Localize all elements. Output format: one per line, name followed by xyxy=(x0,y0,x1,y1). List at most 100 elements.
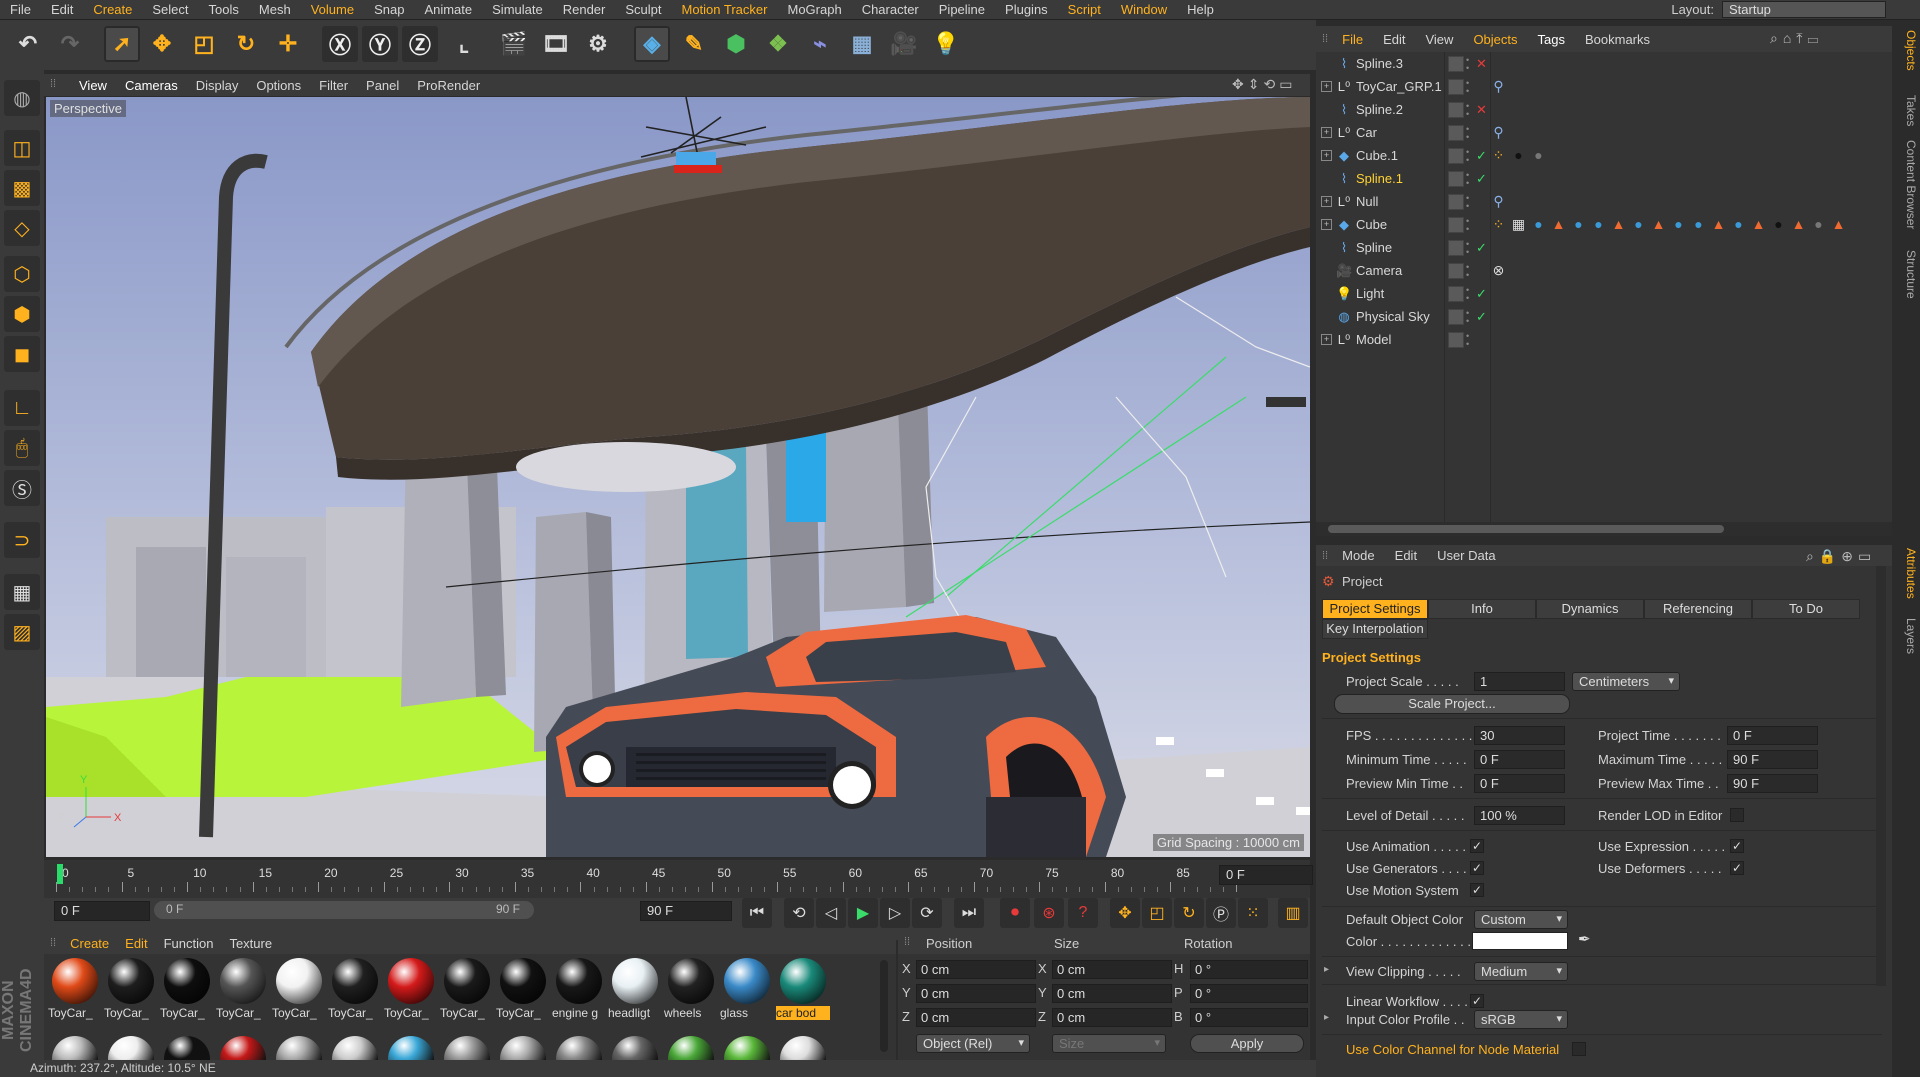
orange-tri-tag-icon[interactable]: ▲ xyxy=(1750,216,1767,233)
snap-icon[interactable]: ⊃ xyxy=(4,522,40,558)
viewport-menu-prorender[interactable]: ProRender xyxy=(408,78,489,93)
expand-toggle-icon[interactable]: + xyxy=(1321,127,1332,138)
object-row[interactable]: + L⁰ Null • • ⚲ xyxy=(1316,190,1892,213)
objects-menu-objects[interactable]: Objects xyxy=(1463,32,1527,47)
polygons-mode-icon[interactable]: ◼ xyxy=(4,336,40,372)
render-dots-icon[interactable]: • • xyxy=(1466,78,1469,95)
object-row[interactable]: ⌇ Spline.2 • • ✕ xyxy=(1316,98,1892,121)
layout-dropdown[interactable]: Startup xyxy=(1722,1,1886,18)
subdivision-icon[interactable]: ⬢ xyxy=(718,26,754,62)
menu-volume[interactable]: Volume xyxy=(301,2,364,17)
phong-tag-icon[interactable]: ⁘ xyxy=(1490,147,1507,164)
phong-tag-icon[interactable]: ⁘ xyxy=(1490,216,1507,233)
visibility-toggle[interactable] xyxy=(1448,147,1464,164)
keyframe-selection-icon[interactable]: ? xyxy=(1068,898,1098,928)
floor-icon[interactable]: ▦ xyxy=(844,26,880,62)
objects-menu-view[interactable]: View xyxy=(1415,32,1463,47)
material-swatch[interactable] xyxy=(612,1036,658,1060)
material-swatch[interactable] xyxy=(444,1036,490,1060)
rotation-field[interactable]: 0 ° xyxy=(1190,1008,1308,1027)
menu-motion-tracker[interactable]: Motion Tracker xyxy=(672,2,778,17)
visibility-toggle[interactable] xyxy=(1448,239,1464,256)
material-swatch[interactable] xyxy=(388,1036,434,1060)
size-field[interactable]: 0 cm xyxy=(1052,960,1172,979)
render-dots-icon[interactable]: • • xyxy=(1466,55,1469,72)
use-animation-checkbox[interactable]: ✓ xyxy=(1470,839,1484,853)
expand-toggle-icon[interactable]: + xyxy=(1321,219,1332,230)
objects-menu-edit[interactable]: Edit xyxy=(1373,32,1415,47)
use-motion-checkbox[interactable]: ✓ xyxy=(1470,883,1484,897)
size-mode-dropdown[interactable]: Size xyxy=(1052,1034,1166,1053)
objects-menu-bookmarks[interactable]: Bookmarks xyxy=(1575,32,1660,47)
material-menu-edit[interactable]: Edit xyxy=(117,936,155,951)
objects-menu-tags[interactable]: Tags xyxy=(1528,32,1575,47)
expand-toggle-icon[interactable]: + xyxy=(1321,334,1332,345)
object-name[interactable]: Model xyxy=(1356,332,1391,347)
render-dots-icon[interactable]: • • xyxy=(1466,239,1469,256)
visibility-toggle[interactable] xyxy=(1448,308,1464,325)
deformer-icon[interactable]: ⌁ xyxy=(802,26,838,62)
object-row[interactable]: + L⁰ ToyCar_GRP.1 • • ⚲ xyxy=(1316,75,1892,98)
enabled-check-icon[interactable]: ✓ xyxy=(1476,171,1487,187)
enabled-check-icon[interactable]: ✓ xyxy=(1476,148,1487,164)
orange-tri-tag-icon[interactable]: ▲ xyxy=(1790,216,1807,233)
solo-mode-icon[interactable]: Ⓢ xyxy=(4,470,40,506)
visibility-toggle[interactable] xyxy=(1448,331,1464,348)
blue-tag-icon[interactable]: ● xyxy=(1590,216,1607,233)
blue-tag-icon[interactable]: ● xyxy=(1690,216,1707,233)
visibility-toggle[interactable] xyxy=(1448,216,1464,233)
menu-animate[interactable]: Animate xyxy=(414,2,482,17)
object-name[interactable]: Null xyxy=(1356,194,1378,209)
material-swatch[interactable] xyxy=(164,1036,210,1060)
side-tab-layers[interactable]: Layers xyxy=(1896,618,1918,654)
use-generators-checkbox[interactable]: ✓ xyxy=(1470,861,1484,875)
node-material-checkbox[interactable] xyxy=(1572,1042,1586,1056)
menu-edit[interactable]: Edit xyxy=(41,2,83,17)
attributes-menu-edit[interactable]: Edit xyxy=(1385,548,1427,563)
object-name[interactable]: Cube.1 xyxy=(1356,148,1398,163)
select-tool-icon[interactable]: ➚ xyxy=(104,26,140,62)
transform-tool-icon[interactable]: ✛ xyxy=(270,26,306,62)
tab-dynamics[interactable]: Dynamics xyxy=(1536,599,1644,619)
enabled-check-icon[interactable]: ✓ xyxy=(1476,240,1487,256)
input-color-dropdown[interactable]: sRGB xyxy=(1474,1010,1568,1029)
attributes-menu-mode[interactable]: Mode xyxy=(1332,548,1385,563)
material-swatch[interactable]: ToyCar_ xyxy=(48,956,102,1026)
material-swatch[interactable] xyxy=(220,1036,266,1060)
material-swatch[interactable] xyxy=(276,1036,322,1060)
viewport-menu-display[interactable]: Display xyxy=(187,78,248,93)
object-row[interactable]: + ◆ Cube • • ⁘ ▦ ● ▲ ● ● ▲ ● ▲ ● ● ▲ ● ▲ ● ▲ ● ▲ xyxy=(1316,213,1892,236)
material-swatch[interactable]: glass xyxy=(720,956,774,1026)
viewport-menu-filter[interactable]: Filter xyxy=(310,78,357,93)
visibility-toggle[interactable] xyxy=(1448,124,1464,141)
coordinate-mode-dropdown[interactable]: Object (Rel) xyxy=(916,1034,1030,1053)
render-view-icon[interactable]: 🎬 xyxy=(496,26,532,62)
material-swatch[interactable]: headligt xyxy=(608,956,662,1026)
render-dots-icon[interactable]: • • xyxy=(1466,193,1469,210)
key-scale-icon[interactable]: ◰ xyxy=(1142,898,1172,928)
lock-workplane-icon[interactable]: ▦ xyxy=(4,574,40,610)
edges-mode-icon[interactable]: ⬢ xyxy=(4,296,40,332)
material-menu-texture[interactable]: Texture xyxy=(221,936,280,951)
orange-tri-tag-icon[interactable]: ▲ xyxy=(1550,216,1567,233)
render-lod-checkbox[interactable] xyxy=(1730,808,1744,822)
size-field[interactable]: 0 cm xyxy=(1052,984,1172,1003)
render-dots-icon[interactable]: • • xyxy=(1466,124,1469,141)
menu-create[interactable]: Create xyxy=(83,2,142,17)
protection-tag-icon[interactable]: ⚲ xyxy=(1490,124,1507,141)
timeline-window-icon[interactable]: ▥ xyxy=(1278,898,1308,928)
texture-mode-icon[interactable]: ▩ xyxy=(4,170,40,206)
object-name[interactable]: ToyCar_GRP.1 xyxy=(1356,79,1442,94)
object-row[interactable]: + ◆ Cube.1 • • ✓ ⁘ ● ● xyxy=(1316,144,1892,167)
blue-tag-icon[interactable]: ● xyxy=(1670,216,1687,233)
use-deformers-checkbox[interactable]: ✓ xyxy=(1730,861,1744,875)
go-to-end-icon[interactable]: ⏭ xyxy=(954,898,984,928)
record-icon[interactable]: ⏺ xyxy=(1000,898,1030,928)
orange-tri-tag-icon[interactable]: ▲ xyxy=(1650,216,1667,233)
expand-arrow-icon[interactable]: ▸ xyxy=(1324,1012,1329,1023)
viewport-menu-view[interactable]: View xyxy=(70,78,116,93)
side-tab-takes[interactable]: Takes xyxy=(1896,95,1918,126)
viewport-menu-cameras[interactable]: Cameras xyxy=(116,78,187,93)
start-frame-field[interactable]: 0 F xyxy=(54,901,150,921)
previous-frame-icon[interactable]: ◁ xyxy=(816,898,846,928)
